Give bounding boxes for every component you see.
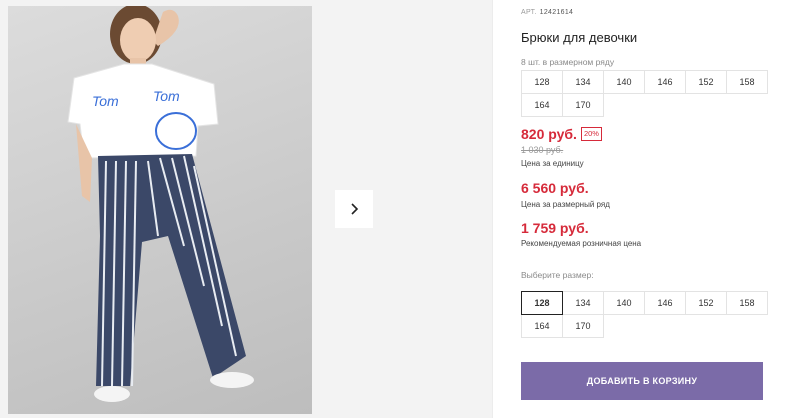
size-pack-cell: 152 bbox=[685, 70, 727, 94]
unit-price-row: 820 руб. 20% bbox=[521, 126, 602, 142]
svg-text:Tom: Tom bbox=[92, 93, 119, 109]
size-pack-cell: 158 bbox=[726, 70, 768, 94]
size-pack-cell: 170 bbox=[562, 93, 604, 117]
size-pack-label: 8 шт. в размерном ряду bbox=[521, 57, 615, 67]
product-photo[interactable]: Tom Tom bbox=[8, 6, 312, 414]
pack-price-caption: Цена за размерный ряд bbox=[521, 200, 610, 209]
size-option[interactable]: 170 bbox=[562, 314, 604, 338]
size-selector: 128 134 140 146 152 158 164 170 bbox=[521, 291, 768, 338]
size-option[interactable]: 128 bbox=[521, 291, 563, 315]
size-pack-cell: 128 bbox=[521, 70, 563, 94]
retail-price-caption: Рекомендуемая розничная цена bbox=[521, 239, 642, 248]
panel-divider bbox=[492, 0, 493, 418]
size-pack-cell: 164 bbox=[521, 93, 563, 117]
choose-size-label: Выберите размер: bbox=[521, 270, 594, 280]
size-pack-grid: 128 134 140 146 152 158 164 170 bbox=[521, 70, 768, 117]
svg-text:Tom: Tom bbox=[153, 88, 180, 104]
size-pack-cell: 134 bbox=[562, 70, 604, 94]
size-pack-cell: 140 bbox=[603, 70, 645, 94]
size-option[interactable]: 158 bbox=[726, 291, 768, 315]
unit-price-caption: Цена за единицу bbox=[521, 159, 584, 168]
size-pack-cell: 146 bbox=[644, 70, 686, 94]
discount-badge: 20% bbox=[580, 127, 602, 141]
product-gallery: Tom Tom bbox=[0, 0, 492, 418]
article-label: АРТ. bbox=[521, 9, 537, 16]
unit-price: 820 руб. bbox=[521, 126, 577, 142]
model-illustration: Tom Tom bbox=[67, 6, 254, 402]
size-option[interactable]: 164 bbox=[521, 314, 563, 338]
size-option[interactable]: 140 bbox=[603, 291, 645, 315]
product-title: Брюки для девочки bbox=[521, 30, 638, 45]
retail-price: 1 759 руб. bbox=[521, 220, 589, 236]
pack-price: 6 560 руб. bbox=[521, 180, 589, 196]
add-to-cart-button[interactable]: ДОБАВИТЬ В КОРЗИНУ bbox=[521, 362, 763, 400]
gallery-next-button[interactable] bbox=[335, 190, 373, 228]
size-option[interactable]: 152 bbox=[685, 291, 727, 315]
article-number: АРТ. 12421614 bbox=[521, 9, 573, 16]
article-value: 12421614 bbox=[539, 9, 574, 16]
size-option[interactable]: 134 bbox=[562, 291, 604, 315]
product-info-panel: АРТ. 12421614 Брюки для девочки 8 шт. в р… bbox=[521, 0, 781, 418]
chevron-right-icon bbox=[351, 203, 359, 215]
old-price: 1 030 руб. bbox=[521, 145, 564, 155]
size-option[interactable]: 146 bbox=[644, 291, 686, 315]
